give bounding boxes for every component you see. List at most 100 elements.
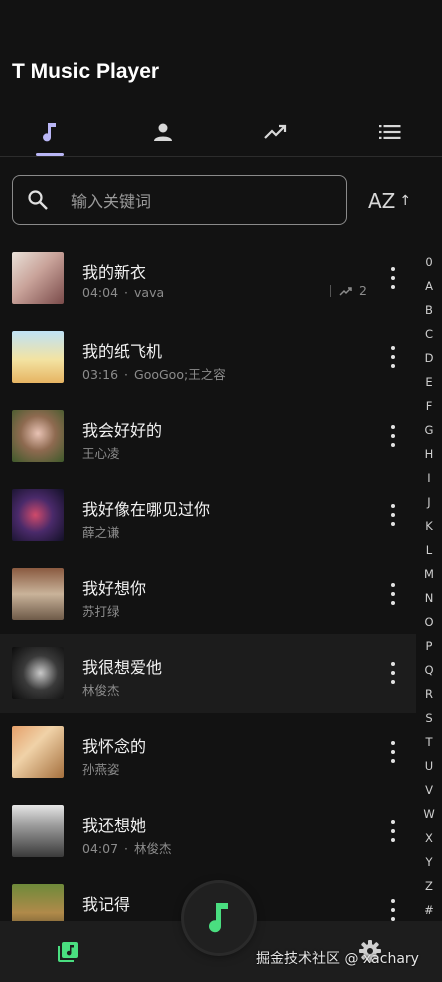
index-letter[interactable]: J bbox=[416, 490, 442, 514]
song-artist: 林俊杰 bbox=[82, 683, 120, 698]
index-letter[interactable]: X bbox=[416, 826, 442, 850]
album-cover bbox=[12, 489, 64, 541]
song-row[interactable]: 我的纸飞机 03:16 · GooGoo;王之容 bbox=[0, 318, 416, 397]
song-artist: GooGoo;王之容 bbox=[134, 367, 226, 382]
song-title: 我好像在哪见过你 bbox=[82, 500, 211, 519]
song-meta: 04:07 · 林俊杰 bbox=[82, 841, 172, 856]
more-options-button[interactable] bbox=[384, 583, 402, 605]
more-options-button[interactable] bbox=[384, 504, 402, 526]
index-letter[interactable]: G bbox=[416, 418, 442, 442]
alphabet-index[interactable]: 0 A B C D E F G H I J K L M N O P Q R S … bbox=[416, 250, 442, 922]
song-meta: 林俊杰 bbox=[82, 680, 120, 699]
song-title: 我很想爱他 bbox=[82, 658, 163, 677]
index-letter[interactable]: O bbox=[416, 610, 442, 634]
more-options-button[interactable] bbox=[384, 662, 402, 684]
song-row[interactable]: 我会好好的 王心凌 bbox=[0, 397, 416, 476]
library-music-icon bbox=[58, 942, 78, 962]
song-row[interactable]: 我还想她 04:07 · 林俊杰 bbox=[0, 792, 416, 871]
index-letter[interactable]: K bbox=[416, 514, 442, 538]
trending-up-icon bbox=[264, 124, 287, 139]
index-letter[interactable]: 0 bbox=[416, 250, 442, 274]
index-letter[interactable]: T bbox=[416, 730, 442, 754]
index-letter[interactable]: W bbox=[416, 802, 442, 826]
index-letter[interactable]: S bbox=[416, 706, 442, 730]
index-letter[interactable]: F bbox=[416, 394, 442, 418]
tabs-divider bbox=[0, 156, 442, 157]
search-input[interactable] bbox=[69, 176, 333, 226]
song-row[interactable]: 我好想你 苏打绿 bbox=[0, 555, 416, 634]
index-letter[interactable]: R bbox=[416, 682, 442, 706]
tab-bar bbox=[0, 108, 442, 156]
list-icon bbox=[379, 125, 401, 139]
song-meta: 王心凌 bbox=[82, 443, 120, 462]
album-cover bbox=[12, 726, 64, 778]
more-options-button[interactable] bbox=[384, 741, 402, 763]
index-letter[interactable]: A bbox=[416, 274, 442, 298]
search-box[interactable] bbox=[12, 175, 347, 226]
index-letter[interactable]: C bbox=[416, 322, 442, 346]
music-note-icon bbox=[43, 123, 56, 142]
now-playing-button[interactable] bbox=[184, 883, 254, 953]
tab-artists[interactable] bbox=[133, 108, 193, 156]
index-letter[interactable]: H bbox=[416, 442, 442, 466]
song-meta: 苏打绿 bbox=[82, 601, 120, 620]
more-options-button[interactable] bbox=[384, 267, 402, 289]
song-row[interactable]: 我好像在哪见过你 薛之谦 bbox=[0, 476, 416, 555]
song-duration: 03:16 bbox=[82, 367, 119, 382]
song-title: 我的纸飞机 bbox=[82, 342, 163, 361]
song-duration: 04:04 bbox=[82, 285, 119, 300]
song-artist: 孙燕姿 bbox=[82, 762, 120, 777]
index-letter[interactable]: D bbox=[416, 346, 442, 370]
index-letter[interactable]: P bbox=[416, 634, 442, 658]
album-cover bbox=[12, 805, 64, 857]
sort-button[interactable]: AZ ↑ bbox=[368, 186, 424, 216]
index-letter[interactable]: U bbox=[416, 754, 442, 778]
more-options-button[interactable] bbox=[384, 425, 402, 447]
more-options-button[interactable] bbox=[384, 820, 402, 842]
divider bbox=[330, 284, 331, 297]
song-title: 我记得 bbox=[82, 895, 131, 914]
album-cover bbox=[12, 331, 64, 383]
song-list: 我的新衣 04:04 · vava 2 我的纸飞机 03:16 · GooGoo;王之容… bbox=[0, 239, 416, 921]
index-letter[interactable]: L bbox=[416, 538, 442, 562]
tab-songs[interactable] bbox=[20, 108, 80, 156]
index-letter[interactable]: Z bbox=[416, 874, 442, 898]
song-title: 我好想你 bbox=[82, 579, 147, 598]
song-meta: 孙燕姿 bbox=[82, 759, 120, 778]
more-options-button[interactable] bbox=[384, 899, 402, 921]
song-title: 我会好好的 bbox=[82, 421, 163, 440]
song-title: 我怀念的 bbox=[82, 737, 147, 756]
index-letter[interactable]: I bbox=[416, 466, 442, 490]
search-icon bbox=[28, 190, 48, 210]
song-artist: vava bbox=[134, 285, 165, 300]
song-meta: 03:16 · GooGoo;王之容 bbox=[82, 367, 226, 382]
song-artist: 林俊杰 bbox=[134, 841, 172, 856]
app-title: T Music Player bbox=[12, 60, 160, 83]
song-row[interactable]: 我的新衣 04:04 · vava 2 bbox=[0, 239, 416, 318]
index-letter[interactable]: N bbox=[416, 586, 442, 610]
watermark: 掘金技术社区 @ xachary bbox=[256, 951, 419, 967]
song-title: 我还想她 bbox=[82, 816, 147, 835]
tab-playlists[interactable] bbox=[360, 108, 420, 156]
index-letter[interactable]: Q bbox=[416, 658, 442, 682]
album-cover bbox=[12, 410, 64, 462]
song-artist: 苏打绿 bbox=[82, 604, 120, 619]
more-options-button[interactable] bbox=[384, 346, 402, 368]
sort-arrow-icon: ↑ bbox=[399, 193, 412, 209]
index-letter[interactable]: V bbox=[416, 778, 442, 802]
index-letter[interactable]: M bbox=[416, 562, 442, 586]
trending-up-icon bbox=[339, 286, 352, 296]
index-letter[interactable]: # bbox=[416, 898, 442, 922]
library-button[interactable] bbox=[56, 940, 80, 968]
song-artist: 王心凌 bbox=[82, 446, 120, 461]
index-letter[interactable]: E bbox=[416, 370, 442, 394]
index-letter[interactable]: B bbox=[416, 298, 442, 322]
album-cover bbox=[12, 568, 64, 620]
song-title: 我的新衣 bbox=[82, 263, 147, 282]
tab-trending[interactable] bbox=[246, 108, 306, 156]
song-meta: 薛之谦 bbox=[82, 522, 120, 541]
album-cover bbox=[12, 252, 64, 304]
song-row[interactable]: 我怀念的 孙燕姿 bbox=[0, 713, 416, 792]
song-row-highlighted[interactable]: 我很想爱他 林俊杰 bbox=[0, 634, 416, 713]
index-letter[interactable]: Y bbox=[416, 850, 442, 874]
